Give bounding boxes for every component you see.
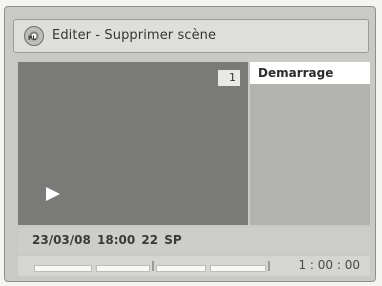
page-title: Editer - Supprimer scène bbox=[52, 28, 217, 43]
timeline-segment bbox=[96, 265, 150, 272]
timeline-segment bbox=[34, 265, 92, 272]
menu-item-demarrage[interactable]: Demarrage bbox=[250, 62, 370, 84]
scene-marker bbox=[152, 261, 154, 271]
recording-info: 23/03/08 18:00 22 SP bbox=[18, 228, 370, 253]
scene-number: 1 bbox=[218, 70, 240, 86]
disc-icon: PL bbox=[24, 26, 44, 46]
play-icon bbox=[46, 187, 60, 201]
video-preview: 1 bbox=[18, 62, 248, 225]
edit-menu: Demarrage bbox=[250, 62, 370, 225]
title-bar: PL Editer - Supprimer scène bbox=[13, 19, 369, 53]
timeline: 1 : 00 : 00 bbox=[18, 256, 370, 276]
elapsed-time: 1 : 00 : 00 bbox=[298, 258, 360, 272]
menu-item-3[interactable] bbox=[250, 106, 370, 128]
timeline-segment bbox=[210, 265, 266, 272]
scene-marker bbox=[268, 261, 270, 271]
timeline-segment bbox=[156, 265, 206, 272]
disc-label: PL bbox=[28, 35, 37, 42]
menu-item-2[interactable] bbox=[250, 84, 370, 106]
